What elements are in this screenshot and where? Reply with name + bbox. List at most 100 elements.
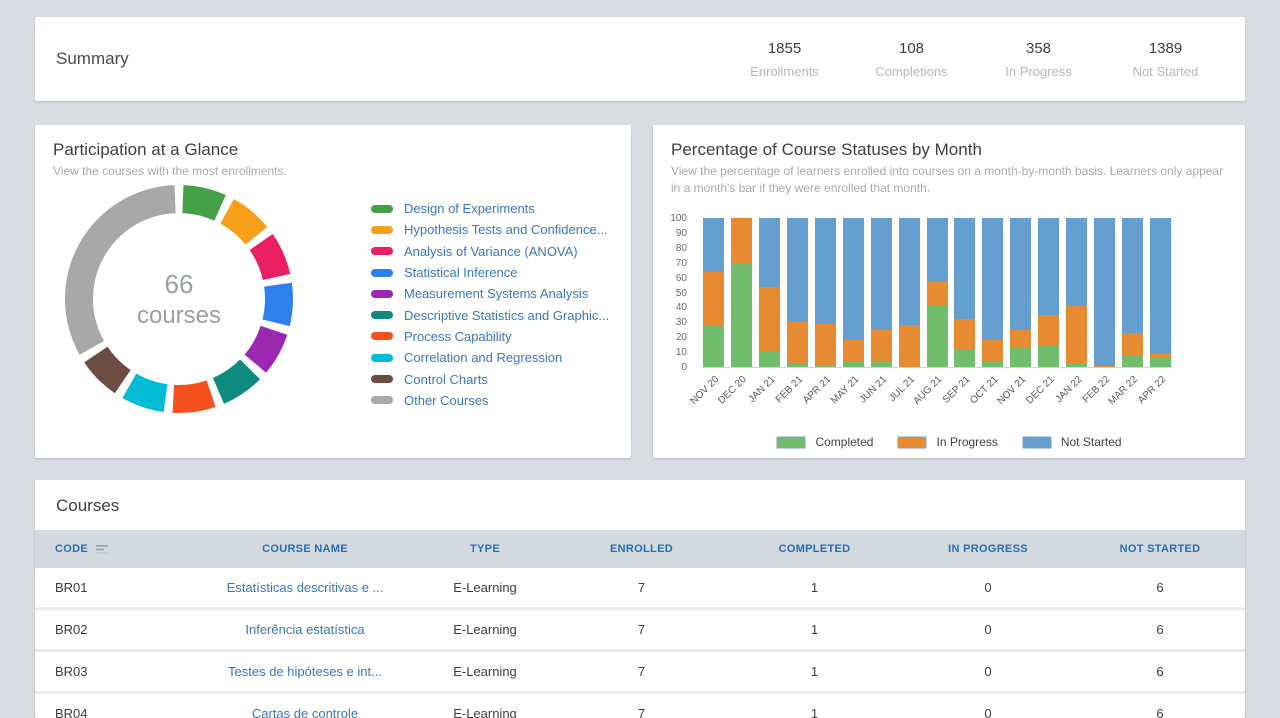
bar-segment-in-progress bbox=[982, 340, 1003, 361]
bar-segment-not-started bbox=[1094, 218, 1115, 366]
course-enrolled: 7 bbox=[555, 622, 728, 637]
bar-column: NOV 20 bbox=[703, 219, 724, 367]
bar-x-label: NOV 20 bbox=[688, 374, 721, 407]
bar-segment-completed bbox=[787, 363, 808, 368]
course-name-link[interactable]: Testes de hipóteses e int... bbox=[195, 664, 415, 679]
course-code: BR01 bbox=[35, 580, 195, 595]
column-header-in-progress[interactable]: IN PROGRESS bbox=[901, 543, 1075, 555]
bar-column: OCT 21 bbox=[982, 219, 1003, 367]
bar-x-label: JUN 21 bbox=[858, 374, 889, 405]
donut-legend-item[interactable]: Hypothesis Tests and Confidence... bbox=[371, 219, 623, 240]
bar-segment-completed bbox=[1010, 348, 1031, 367]
bar-legend-item: In Progress bbox=[897, 435, 997, 449]
bar-y-tick: 30 bbox=[676, 317, 687, 329]
bar-chart-y-axis: 0102030405060708090100 bbox=[653, 219, 696, 368]
course-completed: 1 bbox=[728, 706, 901, 718]
donut-legend-label: Measurement Systems Analysis bbox=[404, 286, 588, 301]
bar-legend-label: In Progress bbox=[936, 435, 997, 449]
legend-swatch bbox=[371, 290, 393, 298]
column-header-label: TYPE bbox=[470, 543, 500, 555]
course-enrolled: 7 bbox=[555, 664, 728, 679]
column-header-label: COMPLETED bbox=[779, 543, 851, 555]
summary-stat-value: 1389 bbox=[1102, 40, 1229, 57]
donut-legend-label: Hypothesis Tests and Confidence... bbox=[404, 222, 608, 237]
bar-chart-plot: NOV 20DEC 20JAN 21FEB 21APR 21MAY 21JUN … bbox=[703, 219, 1172, 368]
donut-legend-label: Descriptive Statistics and Graphic... bbox=[404, 308, 609, 323]
course-completed: 1 bbox=[728, 580, 901, 595]
summary-stat-value: 108 bbox=[848, 40, 975, 57]
bar-column: FEB 22 bbox=[1094, 219, 1115, 367]
donut-legend-item[interactable]: Correlation and Regression bbox=[371, 347, 623, 368]
course-enrolled: 7 bbox=[555, 580, 728, 595]
donut-chart: 66 courses bbox=[63, 183, 295, 415]
bar-segment-not-started bbox=[703, 218, 724, 272]
bar-column: JAN 21 bbox=[759, 219, 780, 367]
summary-panel: Summary 1855Enrollments108Completions358… bbox=[35, 17, 1245, 101]
donut-legend-item[interactable]: Descriptive Statistics and Graphic... bbox=[371, 304, 623, 325]
bar-x-label: AUG 21 bbox=[912, 374, 945, 407]
summary-stat: 1855Enrollments bbox=[721, 40, 848, 79]
column-header-not-started[interactable]: NOT STARTED bbox=[1075, 543, 1245, 555]
bar-y-tick: 100 bbox=[670, 213, 687, 225]
bar-column: APR 22 bbox=[1150, 219, 1171, 367]
course-not-started: 6 bbox=[1075, 580, 1245, 595]
course-name-link[interactable]: Cartas de controle bbox=[195, 706, 415, 718]
donut-legend-item[interactable]: Analysis of Variance (ANOVA) bbox=[371, 241, 623, 262]
donut-legend-label: Correlation and Regression bbox=[404, 350, 562, 365]
column-header-completed[interactable]: COMPLETED bbox=[728, 543, 901, 555]
legend-swatch bbox=[371, 205, 393, 213]
column-header-label: CODE bbox=[55, 543, 88, 555]
bar-segment-completed bbox=[1150, 357, 1171, 367]
bar-column: MAR 22 bbox=[1122, 219, 1143, 367]
course-in-progress: 0 bbox=[901, 622, 1075, 637]
bar-segment-completed bbox=[871, 361, 892, 367]
donut-legend-item[interactable]: Process Capability bbox=[371, 326, 623, 347]
course-type: E-Learning bbox=[415, 664, 555, 679]
course-type: E-Learning bbox=[415, 580, 555, 595]
bar-x-label: DEC 20 bbox=[717, 374, 750, 407]
summary-stat: 108Completions bbox=[848, 40, 975, 79]
donut-legend-item[interactable]: Statistical Inference bbox=[371, 262, 623, 283]
bar-segment-in-progress bbox=[871, 330, 892, 361]
summary-stats: 1855Enrollments108Completions358In Progr… bbox=[721, 40, 1245, 79]
course-name-link[interactable]: Inferência estatística bbox=[195, 622, 415, 637]
course-completed: 1 bbox=[728, 664, 901, 679]
sort-lines-icon[interactable] bbox=[96, 544, 110, 555]
column-header-code[interactable]: CODE bbox=[35, 543, 195, 555]
bar-segment-in-progress bbox=[1122, 333, 1143, 355]
column-header-type[interactable]: TYPE bbox=[415, 543, 555, 555]
bar-y-tick: 60 bbox=[676, 273, 687, 285]
summary-stat-label: Not Started bbox=[1102, 64, 1229, 79]
legend-swatch bbox=[371, 311, 393, 319]
bar-segment-in-progress bbox=[927, 282, 948, 306]
bar-y-tick: 70 bbox=[676, 258, 687, 270]
donut-legend-item[interactable]: Measurement Systems Analysis bbox=[371, 283, 623, 304]
bar-segment-in-progress bbox=[787, 322, 808, 362]
course-name-link[interactable]: Estatísticas descritivas e ... bbox=[195, 580, 415, 595]
donut-legend-item[interactable]: Design of Experiments bbox=[371, 198, 623, 219]
legend-swatch bbox=[371, 269, 393, 277]
summary-stat: 1389 Not Started bbox=[1102, 40, 1229, 79]
bar-segment-not-started bbox=[815, 218, 836, 324]
course-code: BR02 bbox=[35, 622, 195, 637]
bar-segment-in-progress bbox=[815, 324, 836, 366]
bar-segment-not-started bbox=[1122, 218, 1143, 333]
bar-segment-not-started bbox=[787, 218, 808, 322]
donut-segment bbox=[79, 199, 175, 348]
statuses-title: Percentage of Course Statuses by Month bbox=[653, 125, 1245, 163]
legend-swatch bbox=[371, 247, 393, 255]
donut-legend-item[interactable]: Control Charts bbox=[371, 368, 623, 389]
course-type: E-Learning bbox=[415, 706, 555, 718]
bar-column: JAN 22 bbox=[1066, 219, 1087, 367]
donut-legend-item[interactable]: Other Courses bbox=[371, 390, 623, 411]
bar-segment-completed bbox=[954, 349, 975, 367]
legend-swatch bbox=[897, 436, 927, 449]
bar-segment-completed bbox=[927, 306, 948, 367]
column-header-course-name[interactable]: COURSE NAME bbox=[195, 543, 415, 555]
column-header-enrolled[interactable]: ENROLLED bbox=[555, 543, 728, 555]
bar-segment-completed bbox=[759, 352, 780, 367]
bar-column: SEP 21 bbox=[954, 219, 975, 367]
bar-column: AUG 21 bbox=[927, 219, 948, 367]
bar-segment-not-started bbox=[1150, 218, 1171, 354]
course-code: BR03 bbox=[35, 664, 195, 679]
